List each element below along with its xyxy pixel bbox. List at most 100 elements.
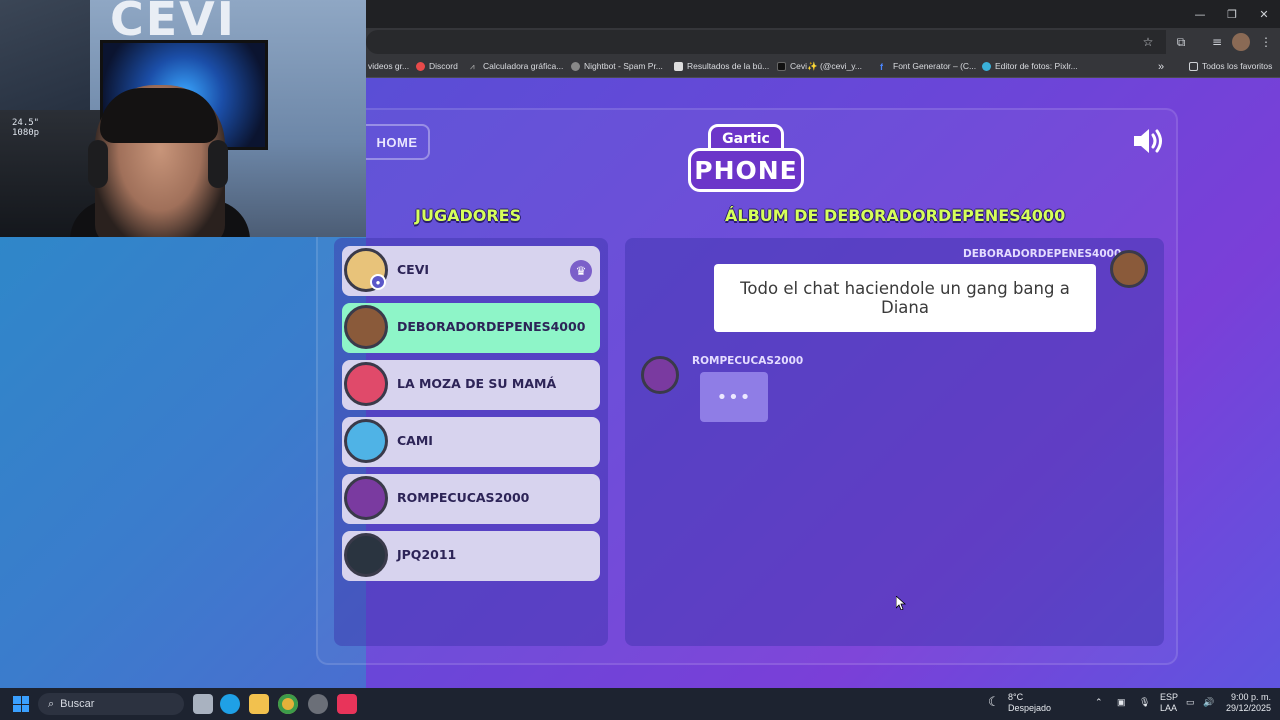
windows-start-icon[interactable] bbox=[13, 696, 29, 712]
desmos-icon: ⩘ bbox=[470, 61, 475, 71]
bookmark-label: Nightbot - Spam Pr... bbox=[584, 61, 663, 71]
player-row[interactable]: CAMI bbox=[342, 417, 600, 467]
weather-icon: ☾ bbox=[988, 694, 1000, 709]
bookmark-item[interactable]: videos gr... bbox=[368, 61, 409, 71]
album-entry-avatar bbox=[1110, 250, 1148, 288]
weather-temp: 8°C bbox=[1008, 692, 1024, 702]
player-name: CAMI bbox=[397, 433, 433, 448]
bookmark-label: Resultados de la bú... bbox=[687, 61, 770, 71]
tray-chevron-icon[interactable]: ⌃ bbox=[1095, 697, 1103, 708]
bookmarks-overflow-icon[interactable]: » bbox=[1158, 61, 1164, 73]
player-row[interactable]: ● CEVI ♛ bbox=[342, 246, 600, 296]
gartic-phone-logo: Gartic PHONE bbox=[686, 124, 806, 196]
page-background-left bbox=[0, 237, 366, 688]
tiktok-live-icon[interactable] bbox=[337, 694, 357, 714]
mouse-cursor-icon bbox=[896, 596, 906, 610]
home-label: HOME bbox=[376, 134, 418, 150]
tray-app-icon[interactable]: ▣ bbox=[1117, 697, 1126, 708]
webcam-overlay: CEVI 24.5" 1080p bbox=[0, 0, 366, 237]
star-icon[interactable]: ☆ bbox=[1139, 33, 1157, 51]
logo-main: PHONE bbox=[688, 148, 804, 192]
weather-widget[interactable]: 8°C Despejado bbox=[1008, 692, 1051, 714]
bookmark-item[interactable]: Resultados de la bú... bbox=[674, 61, 769, 71]
home-button[interactable]: HOME bbox=[366, 124, 430, 160]
bookmark-label: Font Generator – (C... bbox=[893, 61, 977, 71]
task-view-icon[interactable] bbox=[193, 694, 213, 714]
player-name: LA MOZA DE SU MAMÁ bbox=[397, 376, 557, 391]
discord-icon bbox=[416, 61, 425, 71]
obs-icon[interactable] bbox=[308, 694, 328, 714]
crown-icon: ♛ bbox=[570, 260, 592, 282]
bookmark-item[interactable]: Editor de fotos: Pixlr... bbox=[982, 61, 1078, 71]
profile-avatar[interactable] bbox=[1232, 33, 1250, 51]
bookmark-item[interactable]: Discord bbox=[416, 61, 458, 71]
restore-icon[interactable]: ❐ bbox=[1216, 0, 1248, 28]
window-controls: — ❐ ✕ bbox=[1184, 0, 1280, 28]
player-avatar bbox=[344, 305, 388, 349]
search-icon: ⌕ bbox=[48, 697, 55, 710]
player-row[interactable]: ROMPECUCAS2000 bbox=[342, 474, 600, 524]
minimize-icon[interactable]: — bbox=[1184, 0, 1216, 28]
omnibox[interactable] bbox=[366, 30, 1166, 54]
webcam-person-hair bbox=[100, 88, 218, 143]
player-row[interactable]: LA MOZA DE SU MAMÁ bbox=[342, 360, 600, 410]
bookmark-label: videos gr... bbox=[368, 61, 410, 71]
lang-code: ESP bbox=[1160, 692, 1179, 702]
nightbot-icon bbox=[571, 61, 580, 71]
extensions-icon[interactable]: ⧉ bbox=[1172, 33, 1190, 51]
lang-layout: LAA bbox=[1160, 703, 1178, 713]
clock-time: 9:00 p. m. bbox=[1231, 692, 1272, 702]
font-generator-icon: f bbox=[880, 61, 883, 72]
sound-icon[interactable] bbox=[1132, 126, 1166, 156]
player-avatar bbox=[344, 419, 388, 463]
weather-desc: Despejado bbox=[1008, 703, 1052, 713]
typing-dots: ••• bbox=[716, 386, 752, 408]
player-avatar bbox=[344, 476, 388, 520]
pixlr-icon bbox=[982, 61, 991, 71]
player-row[interactable]: JPQ2011 bbox=[342, 531, 600, 581]
bookmark-label: Cevi✨ (@cevi_y... bbox=[790, 61, 862, 71]
monitor-box-res: 1080p bbox=[12, 128, 40, 138]
webcam-monitor-box-label: 24.5" 1080p bbox=[12, 118, 39, 138]
player-name: JPQ2011 bbox=[397, 547, 457, 562]
headset-icon bbox=[208, 140, 228, 188]
folder-icon bbox=[1189, 61, 1198, 71]
player-row[interactable]: DEBORADORDEPENES4000 bbox=[342, 303, 600, 353]
close-icon[interactable]: ✕ bbox=[1248, 0, 1280, 28]
menu-icon[interactable]: ⋮ bbox=[1257, 33, 1275, 51]
volume-icon[interactable]: 🔊 bbox=[1203, 697, 1214, 708]
player-name: DEBORADORDEPENES4000 bbox=[397, 319, 586, 334]
bookmark-item[interactable]: Cevi✨ (@cevi_y... bbox=[777, 61, 862, 72]
album-entry-author: ROMPECUCAS2000 bbox=[692, 355, 804, 367]
network-icon[interactable]: ▭ bbox=[1186, 697, 1195, 708]
all-bookmarks-label: Todos los favoritos bbox=[1202, 61, 1273, 71]
search-results-icon bbox=[674, 61, 683, 71]
album-text-bubble: Todo el chat haciendole un gang bang a D… bbox=[714, 264, 1096, 332]
taskbar-search[interactable]: ⌕ Buscar bbox=[38, 693, 184, 715]
clock[interactable]: 9:00 p. m. 29/12/2025 bbox=[1226, 692, 1271, 714]
monitor-box-size: 24.5" bbox=[12, 118, 40, 128]
bookmark-item[interactable]: f Font Generator – (C... bbox=[880, 61, 977, 72]
chrome-icon[interactable] bbox=[278, 694, 298, 714]
album-heading: ÁLBUM DE DEBORADORDEPENES4000 bbox=[725, 206, 1066, 225]
album-entry-author: DEBORADORDEPENES4000 bbox=[963, 248, 1122, 260]
logo-top-text: Gartic bbox=[722, 131, 770, 147]
host-icon: ● bbox=[370, 274, 386, 290]
logo-main-text: PHONE bbox=[694, 155, 798, 185]
bookmark-label: Editor de fotos: Pixlr... bbox=[995, 61, 1078, 71]
bookmark-item[interactable]: Nightbot - Spam Pr... bbox=[571, 61, 663, 71]
typing-indicator: ••• bbox=[700, 372, 768, 422]
search-label: Buscar bbox=[60, 698, 95, 710]
headset-icon bbox=[88, 140, 108, 188]
file-explorer-icon[interactable] bbox=[249, 694, 269, 714]
language-indicator[interactable]: ESP LAA bbox=[1160, 692, 1178, 714]
edge-icon[interactable] bbox=[220, 694, 240, 714]
all-bookmarks-folder[interactable]: Todos los favoritos bbox=[1189, 61, 1272, 71]
player-avatar bbox=[344, 362, 388, 406]
microphone-icon[interactable]: 🎙 bbox=[1139, 697, 1150, 708]
bookmark-item[interactable]: ⩘ Calculadora gráfica... bbox=[470, 61, 563, 71]
album-entry-avatar bbox=[641, 356, 679, 394]
media-icon[interactable]: ≡ bbox=[1208, 33, 1226, 51]
bookmark-label: Discord bbox=[429, 61, 458, 71]
player-name: ROMPECUCAS2000 bbox=[397, 490, 530, 505]
